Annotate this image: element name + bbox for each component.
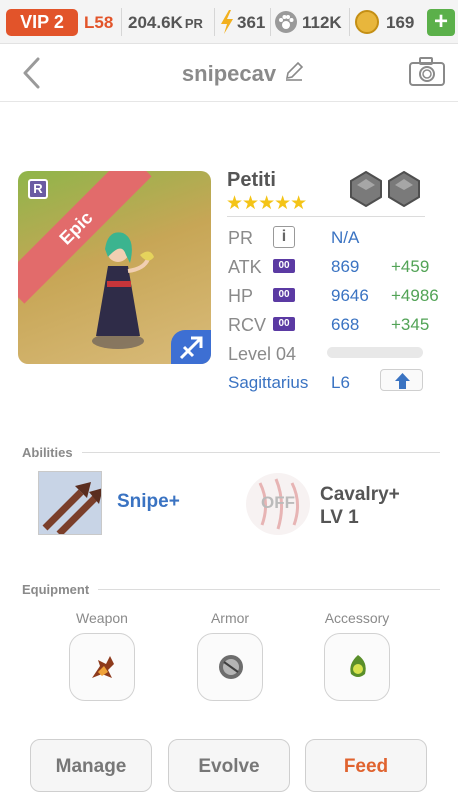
hero-name: Petiti xyxy=(227,169,276,191)
hp-label: HP xyxy=(228,286,254,306)
atk-boost-badge: 00 xyxy=(273,259,295,273)
rcv-bonus: +345 xyxy=(391,315,430,334)
power-rating-value: 204.6K xyxy=(128,13,183,32)
lightning-icon xyxy=(221,10,233,34)
camera-icon[interactable] xyxy=(408,56,446,88)
weapon-icon xyxy=(92,656,114,678)
armor-label: Armor xyxy=(210,610,250,626)
divider xyxy=(98,589,440,590)
accessory-slot[interactable] xyxy=(324,633,390,701)
rune-slot-icon[interactable] xyxy=(386,171,422,207)
divider xyxy=(227,216,425,217)
paw-icon xyxy=(275,11,297,33)
hero-portrait[interactable]: Epic R xyxy=(18,171,211,364)
weapon-slot[interactable] xyxy=(69,633,135,701)
zodiac-level: L6 xyxy=(331,373,350,392)
rcv-label: RCV xyxy=(228,315,267,335)
atk-value: 869 xyxy=(331,257,360,276)
abilities-section-title: Abilities xyxy=(22,445,73,460)
page-title: snipecav xyxy=(181,61,277,86)
evolve-button[interactable]: Evolve xyxy=(168,739,290,792)
rune-slot-icon[interactable] xyxy=(348,171,384,207)
rarity-badge: R xyxy=(28,179,48,199)
hp-bonus: +4986 xyxy=(391,286,439,305)
pr-label: PR xyxy=(228,228,254,248)
armor-icon xyxy=(219,655,243,679)
status-bar: VIP 2 L58 204.6K PR 361 112K 169 + xyxy=(0,0,458,44)
ability-name[interactable]: Cavalry+ LV 1 xyxy=(320,483,400,529)
ability-name[interactable]: Snipe+ xyxy=(117,491,180,513)
hp-value: 9646 xyxy=(331,286,369,305)
snipe-ability-icon[interactable] xyxy=(38,471,102,535)
feed-button[interactable]: Feed xyxy=(305,739,427,792)
sagittarius-icon xyxy=(171,330,211,364)
accessory-icon xyxy=(350,655,366,677)
ability-off-badge: OFF xyxy=(261,493,295,512)
armor-slot[interactable] xyxy=(197,633,263,701)
vip-badge[interactable]: VIP 2 xyxy=(6,9,78,36)
power-rating: 204.6K PR xyxy=(128,13,203,33)
atk-bonus: +459 xyxy=(391,257,430,276)
divider xyxy=(121,8,122,36)
divider xyxy=(349,8,350,36)
accessory-label: Accessory xyxy=(324,610,390,626)
divider xyxy=(270,8,271,36)
equipment-section-title: Equipment xyxy=(22,582,90,597)
rcv-boost-badge: 00 xyxy=(273,317,295,331)
exp-progress-bar xyxy=(327,347,423,358)
divider xyxy=(82,452,440,453)
weapon-label: Weapon xyxy=(76,610,128,626)
gold-count: 169 xyxy=(386,13,415,32)
ability-level: LV 1 xyxy=(320,507,359,528)
food-count: 112K xyxy=(302,13,342,32)
gold-coin-icon xyxy=(355,10,379,34)
atk-label: ATK xyxy=(228,257,262,277)
manage-button[interactable]: Manage xyxy=(30,739,152,792)
pr-info-button[interactable]: i xyxy=(273,226,295,248)
player-level: L58 xyxy=(84,13,114,32)
add-gold-button[interactable]: + xyxy=(427,9,455,36)
zodiac-upgrade-button[interactable] xyxy=(380,369,423,391)
divider xyxy=(214,8,215,36)
rcv-value: 668 xyxy=(331,315,360,334)
power-rating-unit: PR xyxy=(184,16,203,31)
nav-bar: snipecav xyxy=(0,44,458,102)
arrow-up-icon xyxy=(395,373,410,389)
pr-value: N/A xyxy=(331,228,360,247)
zodiac-name[interactable]: Sagittarius xyxy=(228,373,308,393)
pencil-icon[interactable] xyxy=(283,60,305,82)
energy-count: 361 xyxy=(237,13,266,32)
hero-level: Level 04 xyxy=(228,344,297,364)
ability-name-text: Cavalry+ xyxy=(320,484,400,505)
star-rating: ★★★★★ xyxy=(226,193,307,214)
hp-boost-badge: 00 xyxy=(273,288,295,302)
